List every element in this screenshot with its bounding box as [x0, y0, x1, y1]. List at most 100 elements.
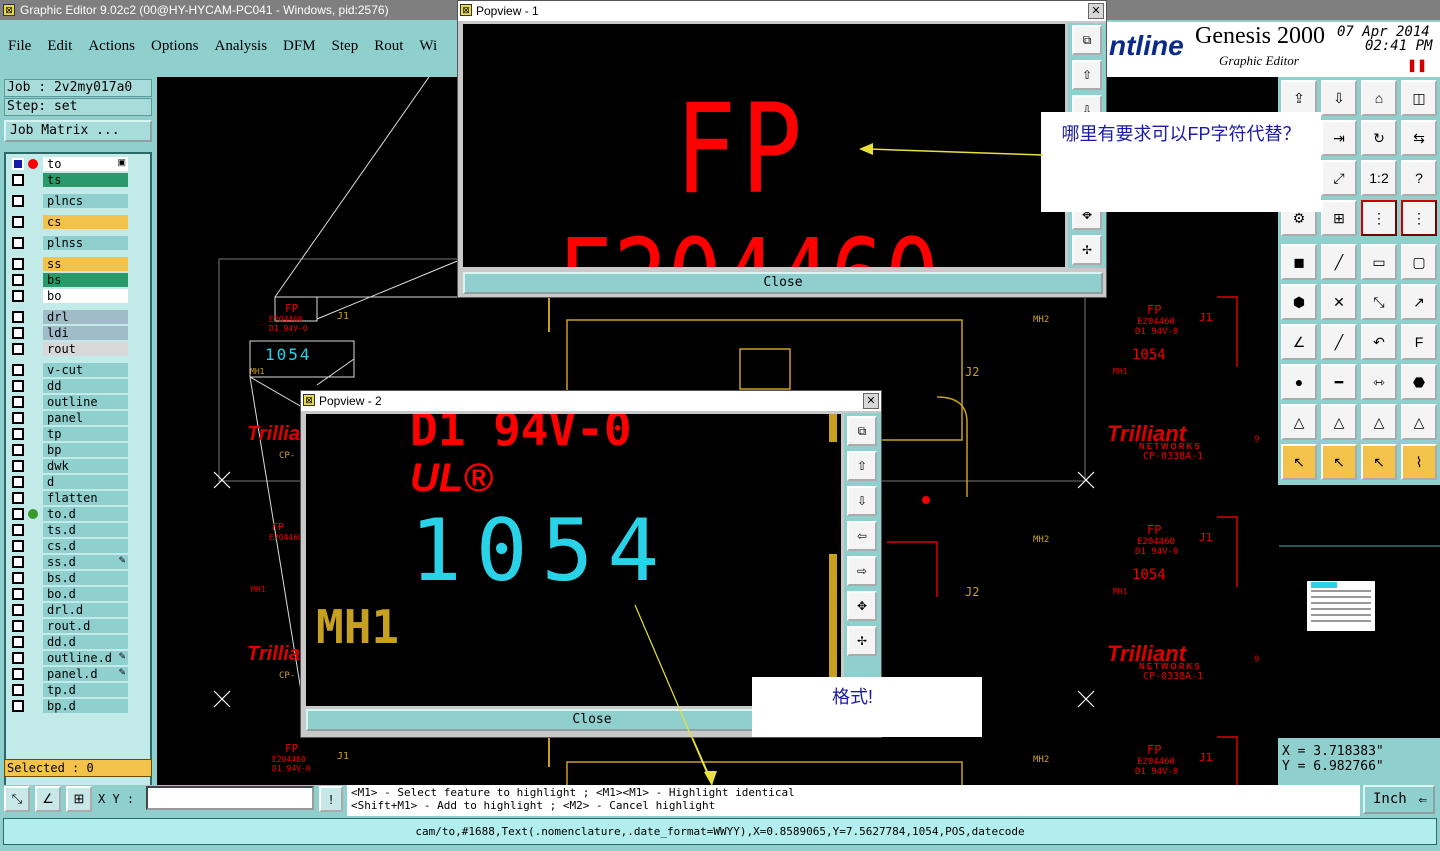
add-pad-icon[interactable]: ◼	[1281, 244, 1317, 280]
popview-2-close-icon[interactable]: ✕	[863, 393, 879, 409]
layer-row[interactable]: outline	[10, 395, 128, 409]
layer-checkbox[interactable]	[12, 540, 24, 552]
triangle-c-icon[interactable]: △	[1361, 404, 1397, 440]
layer-checkbox[interactable]	[12, 311, 24, 323]
layer-row[interactable]: rout.d	[10, 619, 128, 633]
download-icon[interactable]: ⇩	[1321, 80, 1357, 116]
measure-icon[interactable]: ⇿	[1361, 364, 1397, 400]
layer-name[interactable]: bp.d	[43, 699, 128, 713]
menu-analysis[interactable]: Analysis	[207, 28, 276, 64]
popview-1-copy-icon[interactable]: ⧉	[1072, 25, 1102, 55]
layer-name[interactable]: rout.d	[43, 619, 128, 633]
layer-name[interactable]: plnss	[43, 236, 128, 250]
layer-row[interactable]: ss	[10, 257, 128, 271]
triangle-b-icon[interactable]: △	[1321, 404, 1357, 440]
popview-2-right-icon[interactable]: ⇨	[847, 556, 877, 586]
text-icon[interactable]: F	[1401, 324, 1437, 360]
layer-checkbox[interactable]	[12, 195, 24, 207]
layer-checkbox[interactable]	[12, 290, 24, 302]
measure-tool-icon[interactable]: ∠	[35, 786, 61, 812]
popview-1-close-icon[interactable]: ✕	[1088, 3, 1104, 19]
layer-name[interactable]: bo.d	[43, 587, 128, 601]
layer-name[interactable]: to	[43, 157, 128, 171]
layer-row[interactable]: ts	[10, 173, 128, 187]
layer-checkbox[interactable]	[12, 604, 24, 616]
layer-name[interactable]: cs	[43, 215, 128, 229]
layer-checkbox[interactable]	[12, 508, 24, 520]
layer-checkbox[interactable]	[12, 174, 24, 186]
layer-name[interactable]: ss.d	[43, 555, 128, 569]
layer-checkbox[interactable]	[12, 380, 24, 392]
layer-name[interactable]: drl	[43, 310, 128, 324]
layer-row[interactable]: dd	[10, 379, 128, 393]
layer-name[interactable]: cs.d	[43, 539, 128, 553]
layer-name[interactable]: dwk	[43, 459, 128, 473]
split-view-icon[interactable]: ◫	[1401, 80, 1437, 116]
layer-name[interactable]: flatten	[43, 491, 128, 505]
popview-2-zoom-fit-icon[interactable]: ✥	[847, 591, 877, 621]
layer-name[interactable]: rout	[43, 342, 128, 356]
zoom-tool-icon[interactable]: ⤡	[4, 786, 30, 812]
layer-name[interactable]: tp.d	[43, 683, 128, 697]
layer-checkbox[interactable]	[12, 492, 24, 504]
layer-checkbox[interactable]	[12, 237, 24, 249]
layer-name[interactable]: ldi	[43, 326, 128, 340]
layer-checkbox[interactable]	[12, 668, 24, 680]
help-icon[interactable]: ?	[1401, 160, 1437, 196]
layer-checkbox[interactable]	[12, 636, 24, 648]
popview-2-pan-icon[interactable]: ✢	[847, 626, 877, 656]
layer-name[interactable]: drl.d	[43, 603, 128, 617]
layer-name[interactable]: outline	[43, 395, 128, 409]
menu-file[interactable]: File	[0, 28, 39, 64]
layer-checkbox[interactable]	[12, 476, 24, 488]
layer-checkbox[interactable]	[12, 258, 24, 270]
popview-2-left-icon[interactable]: ⇦	[847, 521, 877, 551]
layer-checkbox[interactable]	[12, 364, 24, 376]
layer-checkbox[interactable]	[12, 158, 24, 170]
layer-checkbox[interactable]	[12, 327, 24, 339]
mirror-icon[interactable]: ⇆	[1401, 120, 1437, 156]
layer-row[interactable]: ts.d	[10, 523, 128, 537]
menu-dfm[interactable]: DFM	[275, 28, 324, 64]
layer-checkbox[interactable]	[12, 524, 24, 536]
layer-name[interactable]: bo	[43, 289, 128, 303]
pause-icon[interactable]: ❚❚	[1407, 58, 1427, 72]
menu-edit[interactable]: Edit	[39, 28, 80, 64]
ruler-icon[interactable]: ▭	[1361, 244, 1397, 280]
layer-name[interactable]: panel.d	[43, 667, 128, 681]
cluster-icon[interactable]: ⬣	[1401, 364, 1437, 400]
popview-1-pan-icon[interactable]: ✢	[1072, 235, 1102, 265]
layer-row[interactable]: cs	[10, 215, 128, 229]
minimap[interactable]	[1278, 485, 1440, 738]
popview-1-close-button[interactable]: Close	[463, 272, 1103, 294]
delete-feature-icon[interactable]: ✕	[1321, 284, 1357, 320]
layer-checkbox[interactable]	[12, 396, 24, 408]
layer-row[interactable]: bs.d	[10, 571, 128, 585]
path-icon[interactable]: ⌇	[1401, 444, 1437, 480]
layer-name[interactable]: bs	[43, 273, 128, 287]
xy-input[interactable]	[146, 786, 314, 810]
layer-row[interactable]: to.d	[10, 507, 128, 521]
grid-icon[interactable]: ⊞	[1321, 200, 1357, 236]
layer-checkbox[interactable]	[12, 700, 24, 712]
line-draw-icon[interactable]: ╱	[1321, 324, 1357, 360]
layer-checkbox[interactable]	[12, 620, 24, 632]
menu-options[interactable]: Options	[143, 28, 207, 64]
layer-row[interactable]: dd.d	[10, 635, 128, 649]
layer-name[interactable]: bp	[43, 443, 128, 457]
layer-name[interactable]: ts	[43, 173, 128, 187]
menu-step[interactable]: Step	[324, 28, 367, 64]
arc-icon[interactable]: ↶	[1361, 324, 1397, 360]
layer-name[interactable]: dd.d	[43, 635, 128, 649]
layer-row[interactable]: ldi	[10, 326, 128, 340]
layer-row[interactable]: tp	[10, 427, 128, 441]
home-icon[interactable]: ⌂	[1361, 80, 1397, 116]
layer-name[interactable]: to.d	[43, 507, 128, 521]
layer-name[interactable]: bs.d	[43, 571, 128, 585]
layer-row[interactable]: drl	[10, 310, 128, 324]
layer-checkbox[interactable]	[12, 274, 24, 286]
node-icon[interactable]: ●	[1281, 364, 1317, 400]
triangle-d-icon[interactable]: △	[1401, 404, 1437, 440]
connect-icon[interactable]: ⬢	[1281, 284, 1317, 320]
layer-row[interactable]: ss.d ✎	[10, 555, 128, 569]
